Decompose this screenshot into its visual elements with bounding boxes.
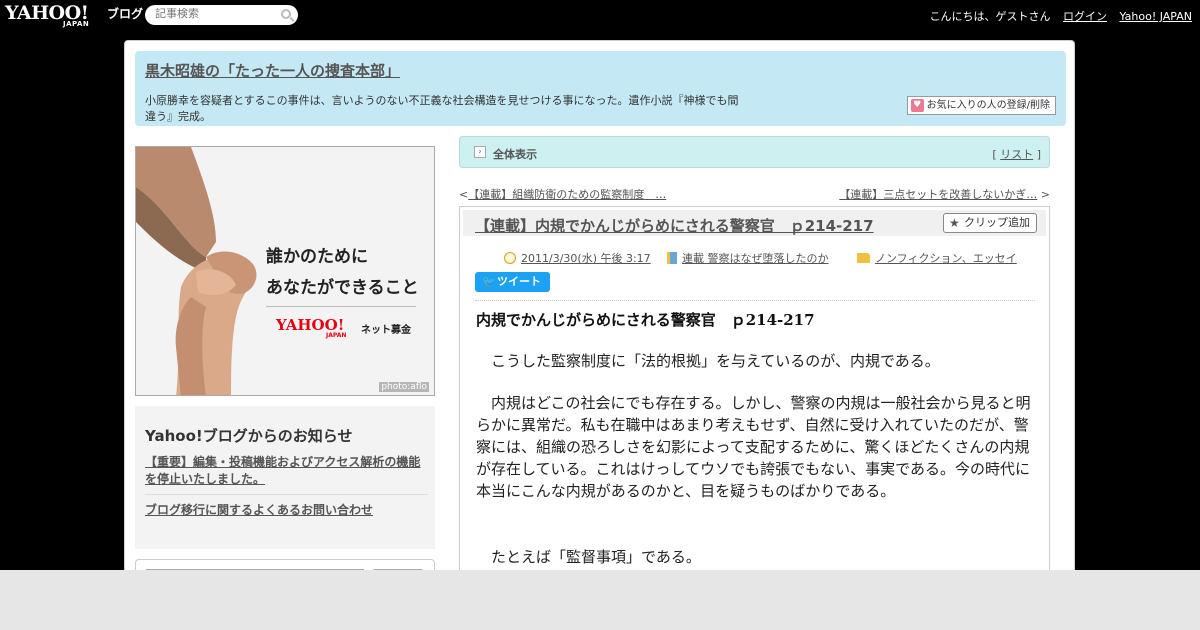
article-paragraph-3: たとえば「監督事項」である。	[476, 548, 701, 566]
blog-header: 黒木昭雄の「たった一人の捜査本部」 小原勝幸を容疑者とするこの事件は、言いようの…	[135, 51, 1066, 126]
article-date: 2011/3/30(水) 午後 3:17	[504, 250, 651, 266]
article-divider	[475, 300, 1035, 301]
ad-yahoo-logo-sub: JAPAN	[326, 332, 347, 339]
ad-headline-2: あなたができること	[266, 278, 419, 298]
article-title-bar: 【連載】内規でかんじがらめにされる警察官 ｐ214-217 ★ クリップ追加	[463, 210, 1046, 236]
article-pager: <【連載】組織防衛のための監察制度 … 【連載】三点セットを改善しないかぎ… >	[459, 186, 1050, 202]
notice-box: Yahoo!ブログからのお知らせ 【重要】編集・投稿機能およびアクセス解析の機能…	[135, 406, 435, 549]
blog-container: 黒木昭雄の「たった一人の捜査本部」 小原勝幸を容疑者とするこの事件は、言いようの…	[124, 40, 1075, 589]
blog-title[interactable]: 黒木昭雄の「たった一人の捜査本部」	[145, 60, 400, 81]
list-bracket-close: ]	[1036, 148, 1041, 161]
prev-arrow: <	[459, 188, 469, 201]
book-icon	[667, 252, 677, 264]
view-all-label[interactable]: 全体表示	[493, 146, 537, 162]
article-series: 連載 警察はなぜ堕落したのか	[667, 250, 829, 266]
article-series-link[interactable]: 連載 警察はなぜ堕落したのか	[682, 252, 829, 265]
ad-net-donation: ネット募金	[361, 325, 411, 336]
next-arrow: >	[1040, 188, 1050, 201]
prev-article-link[interactable]: 【連載】組織防衛のための監察制度 …	[468, 188, 666, 201]
donation-ad-banner[interactable]: 誰かのために あなたができること YAHOO! JAPAN ネット募金 phot…	[135, 146, 435, 396]
clip-add-button[interactable]: ★ クリップ追加	[943, 213, 1037, 233]
prev-article: <【連載】組織防衛のための監察制度 …	[459, 186, 666, 202]
star-icon: ★	[949, 216, 960, 230]
search-icon[interactable]	[281, 9, 291, 19]
chevron-right-icon: ›	[474, 146, 486, 158]
blog-description: 小原勝幸を容疑者とするこの事件は、言いようのない不正義な社会構造を見せつける事に…	[145, 94, 739, 123]
article-title[interactable]: 【連載】内規でかんじがらめにされる警察官 ｐ214-217	[475, 215, 874, 236]
next-article-link[interactable]: 【連載】三点セットを改善しないかぎ…	[839, 188, 1037, 201]
search-input[interactable]	[155, 8, 275, 20]
heart-icon: ♥	[910, 99, 924, 112]
favorite-register-button[interactable]: ♥ お気に入りの人の登録/削除	[906, 96, 1056, 115]
article-body-heading: 内規でかんじがらめにされる警察官 ｐ214-217	[476, 311, 815, 329]
tweet-label: ツイート	[497, 275, 541, 288]
clip-add-label: クリップ追加	[964, 216, 1030, 229]
article-date-link[interactable]: 2011/3/30(水) 午後 3:17	[521, 252, 651, 265]
article: 【連載】内規でかんじがらめにされる警察官 ｐ214-217 ★ クリップ追加 2…	[459, 206, 1050, 586]
clock-icon	[504, 252, 516, 264]
handshake-illustration	[136, 147, 434, 395]
ad-photo-credit: photo:aflo	[379, 382, 429, 392]
article-category: ノンフィクション、エッセイ	[857, 250, 1017, 266]
user-nav: こんにちは、ゲストさん ログイン Yahoo! JAPAN	[929, 8, 1192, 24]
favorite-register-label: お気に入りの人の登録/削除	[926, 100, 1050, 111]
list-view-toggle: [ リスト ]	[992, 146, 1041, 162]
twitter-bird-icon: 🐦	[482, 275, 496, 288]
search-box	[145, 5, 298, 25]
login-link[interactable]: ログイン	[1063, 10, 1107, 23]
tweet-button[interactable]: 🐦 ツイート	[475, 272, 550, 292]
article-category-link[interactable]: ノンフィクション、エッセイ	[875, 252, 1017, 265]
yahoo-blog-logo[interactable]: YAHOO! JAPAN ブログ	[5, 2, 143, 28]
greeting-text: こんにちは、ゲストさん	[929, 10, 1051, 23]
folder-icon	[857, 253, 870, 263]
notice-title: Yahoo!ブログからのお知らせ	[145, 427, 353, 445]
ad-headline-1: 誰かのために	[266, 247, 368, 267]
logo-sub: JAPAN	[63, 20, 90, 28]
notice-divider	[145, 494, 428, 495]
notice-link-faq[interactable]: ブログ移行に関するよくあるお問い合わせ	[145, 501, 373, 518]
top-bar: YAHOO! JAPAN ブログ こんにちは、ゲストさん ログイン Yahoo!…	[0, 0, 1200, 30]
notice-link-important[interactable]: 【重要】編集・投稿機能およびアクセス解析の機能を停止いたしました。	[145, 454, 428, 488]
list-bracket-open: [	[992, 148, 997, 161]
article-paragraph-2: 内規はどこの社会にでも存在する。しかし、警察の内規は一般社会から見ると明らかに異…	[476, 394, 1031, 500]
bottom-bar	[0, 570, 1200, 630]
article-paragraph-1: こうした監察制度に「法的根拠」を与えているのが、内規である。	[476, 352, 940, 370]
next-article: 【連載】三点セットを改善しないかぎ… >	[839, 186, 1050, 202]
list-view-link[interactable]: リスト	[1000, 148, 1033, 161]
logo-blog: ブログ	[107, 7, 144, 21]
yahoo-japan-link[interactable]: Yahoo! JAPAN	[1119, 10, 1192, 23]
ad-divider	[266, 306, 416, 307]
view-mode-bar: › 全体表示 [ リスト ]	[459, 136, 1050, 168]
